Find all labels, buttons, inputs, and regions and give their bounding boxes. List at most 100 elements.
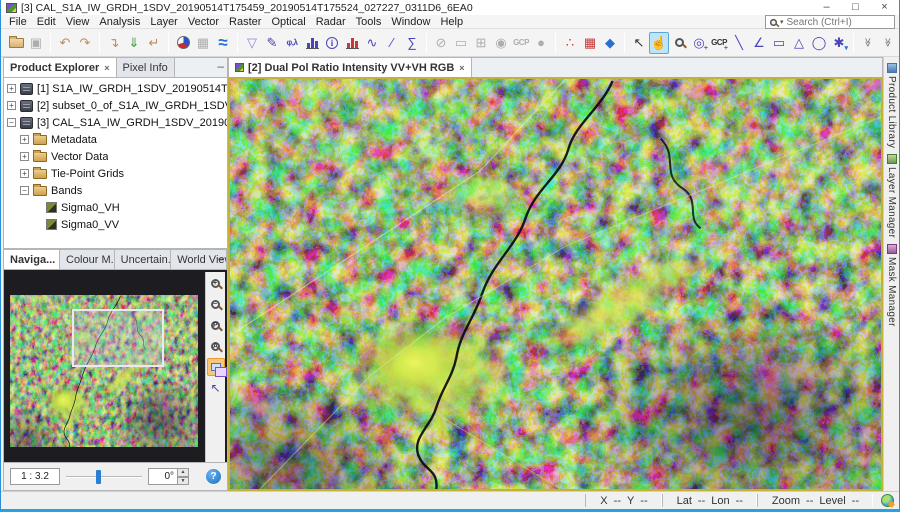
expand-handle[interactable]: + xyxy=(20,169,29,178)
selection-tool-button[interactable]: ↖ xyxy=(629,32,649,54)
pin-placing-tool-button[interactable]: ◎ + xyxy=(689,32,709,54)
zoom-pixel-button[interactable]: P xyxy=(207,316,225,334)
menu-raster[interactable]: Raster xyxy=(224,15,266,29)
minimize-pane-button[interactable]: – xyxy=(217,252,224,264)
graticule-overlay-button[interactable]: ⊞ xyxy=(471,32,491,54)
tree-node-tie-point-grids[interactable]: + Tie-Point Grids xyxy=(4,165,227,182)
expand-handle[interactable]: + xyxy=(7,101,16,110)
histogram-button[interactable] xyxy=(302,32,322,54)
menu-window[interactable]: Window xyxy=(386,15,435,29)
drawing-tool-button[interactable]: ✎ xyxy=(262,32,282,54)
wwu-polygon-button[interactable]: ▽ xyxy=(242,32,262,54)
zoom-in-button[interactable]: + xyxy=(207,274,225,292)
geo-coords-button[interactable]: φ,λ xyxy=(282,32,302,54)
explorer-tab-product-explorer[interactable]: Product Explorer × xyxy=(4,58,117,77)
expand-handle[interactable]: + xyxy=(7,84,16,93)
zoom-all-button[interactable]: A xyxy=(207,337,225,355)
sync-cursor-button[interactable]: ↖ xyxy=(207,379,225,397)
rotation-up-button[interactable]: ▲ xyxy=(178,468,189,477)
expand-handle[interactable]: + xyxy=(20,152,29,161)
nav-tab-uncertain[interactable]: Uncertain... xyxy=(114,250,172,269)
no-data-overlay-button[interactable]: ⊘ xyxy=(431,32,451,54)
zoom-slider-thumb[interactable] xyxy=(96,469,102,484)
zoom-ratio-field[interactable]: 1 : 3.2 xyxy=(10,468,60,485)
zoom-slider[interactable] xyxy=(66,469,142,484)
gcp-overlay-button[interactable]: GCP xyxy=(511,32,531,54)
rectangle-tool-button[interactable]: ▭ xyxy=(769,32,789,54)
open-rgb-image-button[interactable] xyxy=(173,32,193,54)
tree-node-product[interactable]: + [2] subset_0_of_S1A_IW_GRDH_1SDV_201905… xyxy=(4,97,227,114)
rotation-spinner[interactable]: 0° ▲ ▼ xyxy=(148,468,189,485)
sum-button[interactable]: ∑ xyxy=(402,32,422,54)
menu-help[interactable]: Help xyxy=(435,15,468,29)
save-session-button[interactable]: ⇓ xyxy=(124,32,144,54)
graph-builder-button[interactable]: ∴ xyxy=(560,32,580,54)
save-product-button[interactable]: ▣ xyxy=(26,32,46,54)
search-box[interactable]: ▾ xyxy=(765,15,895,29)
polygon-tool-button[interactable]: △ xyxy=(789,32,809,54)
menu-edit[interactable]: Edit xyxy=(32,15,61,29)
sidebar-tab-product-library[interactable]: Product Library xyxy=(886,63,897,148)
tree-node-product[interactable]: − [3] CAL_S1A_IW_GRDH_1SDV_20190514T17545… xyxy=(4,114,227,131)
geometry-overlay-button[interactable]: ● xyxy=(531,32,551,54)
close-button[interactable]: × xyxy=(870,0,899,15)
gcp-placing-tool-button[interactable]: GCP + xyxy=(709,32,729,54)
batch-processing-button[interactable]: ▦ xyxy=(580,32,600,54)
close-session-button[interactable]: ↵ xyxy=(144,32,164,54)
globe-icon[interactable] xyxy=(881,494,894,507)
pan-tool-button[interactable]: ☝ xyxy=(649,31,669,54)
maximize-button[interactable]: □ xyxy=(841,0,870,15)
line-tool-button[interactable]: ╲ xyxy=(729,32,749,54)
nav-tab-naviga[interactable]: Naviga...× xyxy=(4,250,60,269)
magic-wand-tool-button[interactable]: ✱ ▾ xyxy=(829,32,849,54)
overflow-3-button[interactable]: ≫ xyxy=(898,32,899,54)
mask-overlay-button[interactable]: ▭ xyxy=(451,32,471,54)
search-input[interactable] xyxy=(786,16,879,28)
collapse-handle[interactable]: − xyxy=(20,186,29,195)
zoom-tool-button[interactable] xyxy=(669,32,689,54)
pin-overlay-button[interactable]: ◉ xyxy=(491,32,511,54)
collapse-handle[interactable]: − xyxy=(7,118,16,127)
menu-file[interactable]: File xyxy=(4,15,32,29)
menu-tools[interactable]: Tools xyxy=(351,15,387,29)
open-product-button[interactable] xyxy=(6,32,26,54)
menu-radar[interactable]: Radar xyxy=(311,15,351,29)
expand-handle[interactable]: + xyxy=(20,135,29,144)
close-tab-icon[interactable]: × xyxy=(104,63,109,73)
image-view-button[interactable]: ▦ xyxy=(193,32,213,54)
sidebar-tab-layer-manager[interactable]: Layer Manager xyxy=(886,154,897,238)
open-session-button[interactable]: ↴ xyxy=(104,32,124,54)
minimize-pane-button[interactable]: – xyxy=(217,60,224,72)
cow-button[interactable]: ◆ xyxy=(600,32,620,54)
polyline-tool-button[interactable]: ∠ xyxy=(749,32,769,54)
minimize-button[interactable]: – xyxy=(812,0,841,15)
tree-node-sigma0-vh[interactable]: Sigma0_VH xyxy=(4,199,227,216)
rotation-down-button[interactable]: ▼ xyxy=(178,476,189,485)
image-tab-dual-pol-ratio-intensity-vv-vh-rgb[interactable]: [2] Dual Pol Ratio Intensity VV+VH RGB × xyxy=(229,58,472,77)
scatter-plot-button[interactable]: ∕ xyxy=(382,32,402,54)
tree-node-product[interactable]: + [1] S1A_IW_GRDH_1SDV_20190514T175459_20… xyxy=(4,80,227,97)
rotation-value[interactable]: 0° xyxy=(148,468,178,485)
zoom-out-button[interactable]: − xyxy=(207,295,225,313)
help-button[interactable]: ? xyxy=(206,469,221,484)
profile-plot-button[interactable]: ∿ xyxy=(362,32,382,54)
menu-layer[interactable]: Layer xyxy=(145,15,183,29)
menu-analysis[interactable]: Analysis xyxy=(94,15,145,29)
overflow-1-button[interactable]: ≫ xyxy=(858,32,878,54)
sync-view-button[interactable] xyxy=(206,358,227,377)
menu-vector[interactable]: Vector xyxy=(183,15,224,29)
information-button[interactable]: i xyxy=(322,32,342,54)
ocean-tools-button[interactable]: ≈ xyxy=(213,32,233,54)
tree-node-vector-data[interactable]: + Vector Data xyxy=(4,148,227,165)
menu-optical[interactable]: Optical xyxy=(266,15,310,29)
overflow-2-button[interactable]: ≫ xyxy=(878,32,898,54)
ellipse-tool-button[interactable]: ◯ xyxy=(809,32,829,54)
tree-node-metadata[interactable]: + Metadata xyxy=(4,131,227,148)
viewport-rectangle[interactable] xyxy=(72,309,164,367)
sidebar-tab-mask-manager[interactable]: Mask Manager xyxy=(886,244,897,327)
statistics-button[interactable] xyxy=(342,32,362,54)
tree-node-sigma0-vv[interactable]: Sigma0_VV xyxy=(4,216,227,233)
navigation-canvas[interactable]: + − P A ↖ xyxy=(3,269,228,463)
redo-button[interactable]: ↷ xyxy=(75,32,95,54)
close-tab-icon[interactable]: × xyxy=(459,63,464,73)
